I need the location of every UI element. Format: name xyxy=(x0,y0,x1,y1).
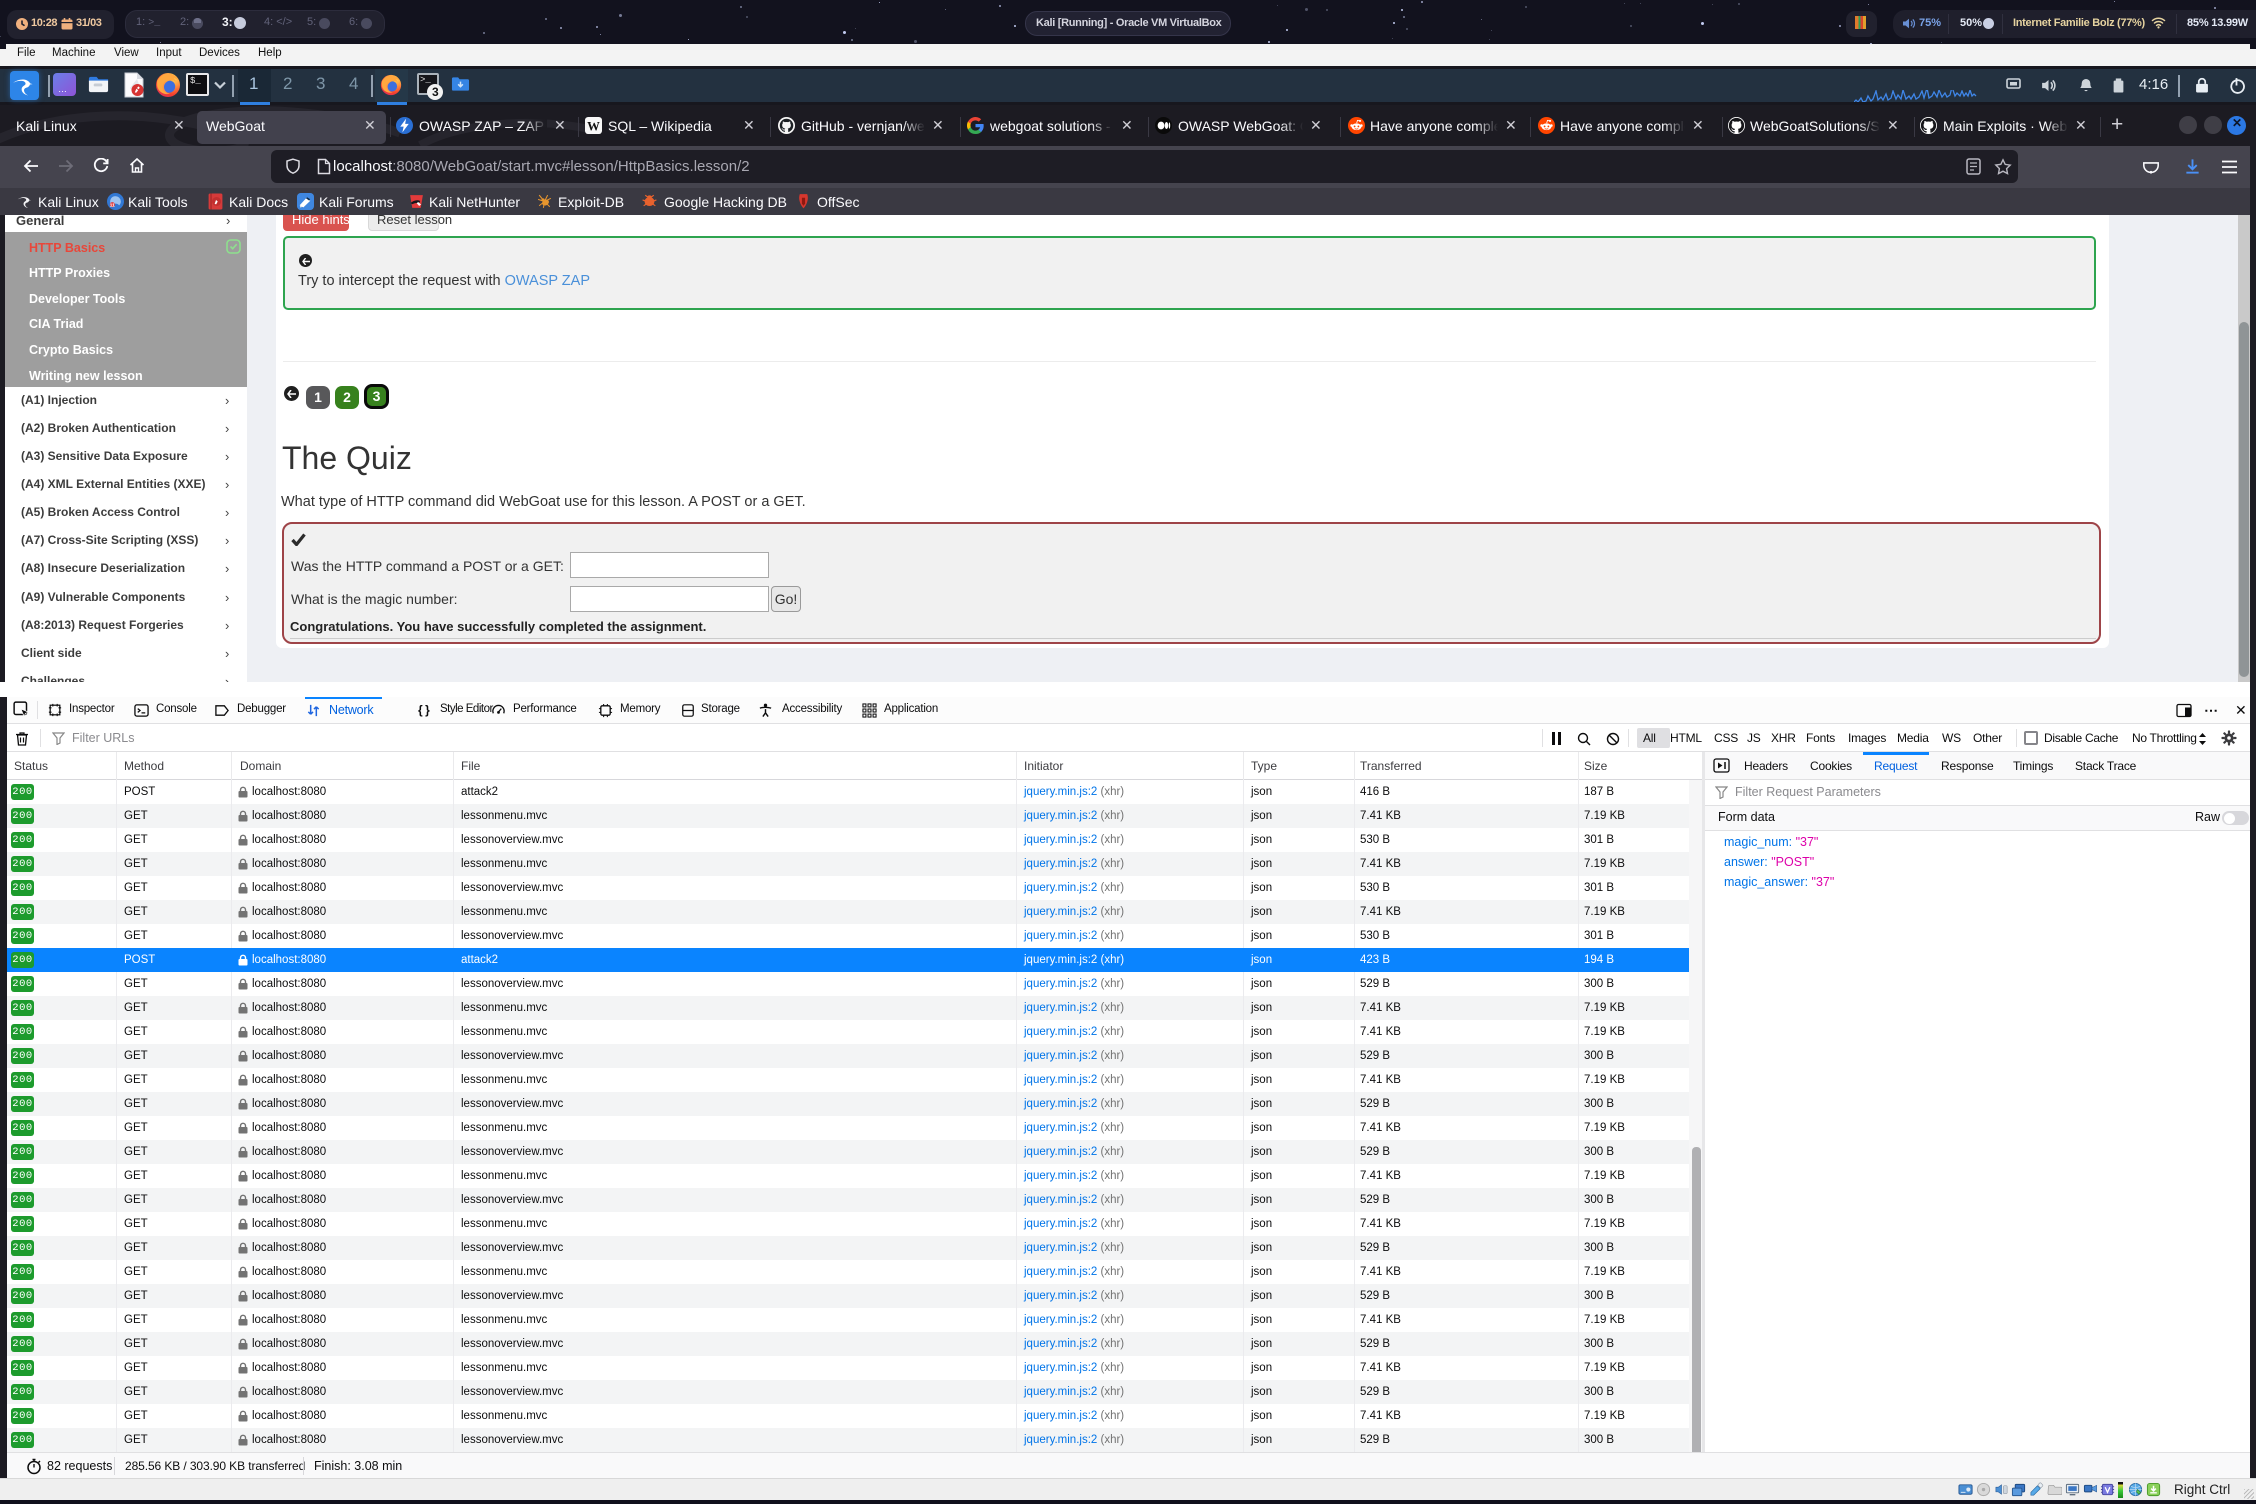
svg-text:W: W xyxy=(587,119,600,133)
svg-text:11: 11 xyxy=(110,203,115,209)
